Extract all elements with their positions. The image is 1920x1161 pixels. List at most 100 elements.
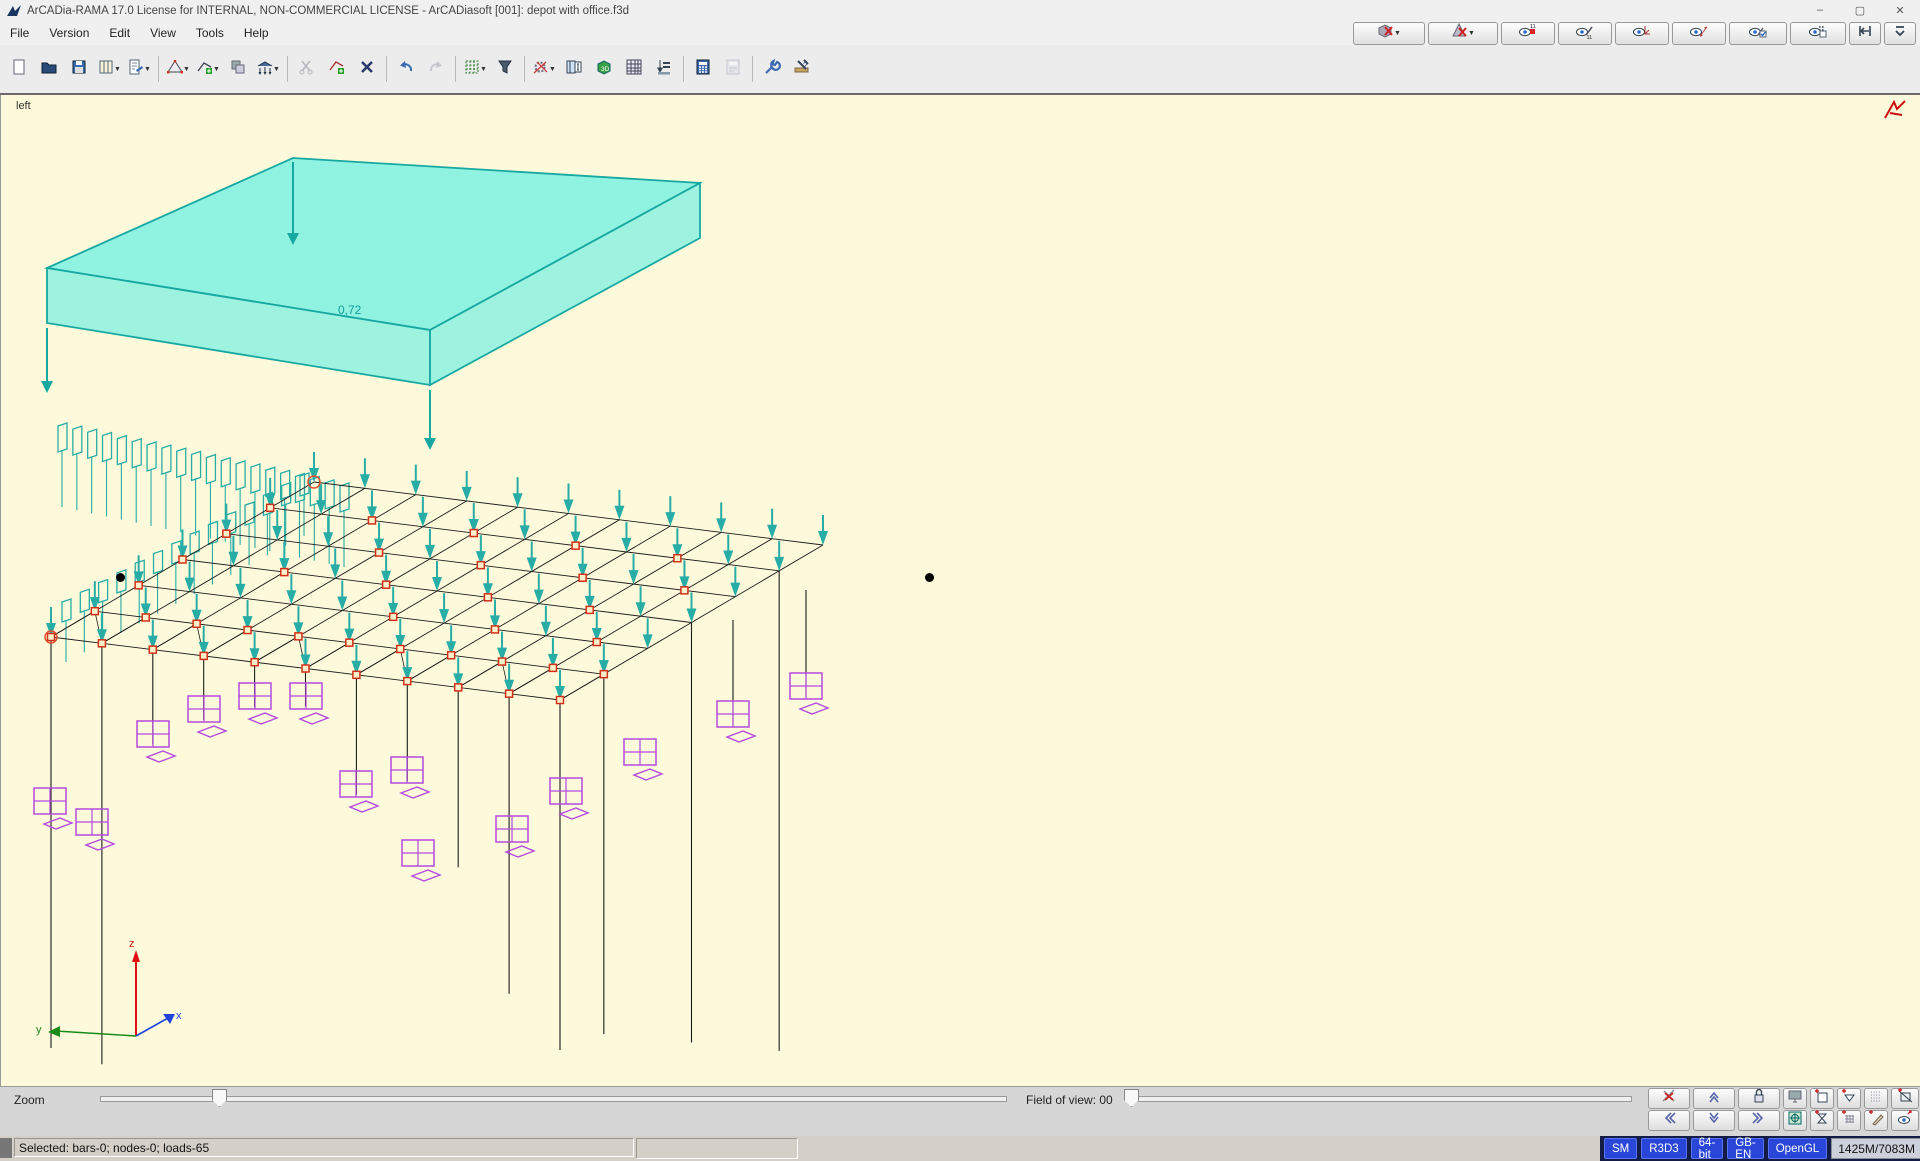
gear-axes-button[interactable]: ▼	[530, 55, 558, 83]
add-node-button[interactable]	[323, 55, 351, 83]
chevron-right-icon	[1750, 1109, 1768, 1132]
mesh-handle-bottom-right[interactable]	[925, 573, 934, 582]
chevron-down-icon[interactable]: ▼	[549, 66, 556, 73]
menu-bar: FileVersionEditViewToolsHelp ▼▼1111	[0, 21, 1920, 45]
maximize-button[interactable]: ▢	[1840, 4, 1880, 17]
triangle-plus-button[interactable]	[1837, 1088, 1861, 1109]
view-manager-icon	[97, 58, 115, 81]
status-badge-gb-en[interactable]: GB-EN	[1727, 1138, 1763, 1159]
square-plus-button[interactable]	[1810, 1088, 1834, 1109]
status-badge-opengl[interactable]: OpenGL	[1768, 1138, 1827, 1159]
import-loads-button[interactable]	[650, 55, 678, 83]
grid-plus-button[interactable]	[1837, 1110, 1861, 1131]
surface-load-value-label: 0,72	[338, 303, 361, 317]
status-badge-r3d3[interactable]: R3D3	[1641, 1138, 1686, 1159]
menu-view[interactable]: View	[140, 23, 186, 43]
axis-x-label: x	[176, 1010, 182, 1022]
collapse-toolbar-button[interactable]	[1884, 22, 1916, 45]
report-calculator-button[interactable]	[719, 55, 747, 83]
chevron-down-icon[interactable]: ▼	[273, 66, 280, 73]
lock-button[interactable]	[1738, 1088, 1780, 1109]
edit-document-button[interactable]: ▼	[125, 55, 153, 83]
toolbar-separator	[386, 56, 387, 82]
crop-plus-button[interactable]	[1891, 1088, 1919, 1109]
hourglass-plus-button[interactable]	[1810, 1110, 1834, 1131]
show-dimensions-button[interactable]	[1672, 22, 1726, 45]
show-axes-button[interactable]	[1615, 22, 1669, 45]
green-target-button[interactable]	[1783, 1110, 1807, 1131]
chevron-left-button[interactable]	[1648, 1110, 1690, 1131]
status-grip	[0, 1138, 12, 1158]
chevron-down-icon[interactable]: ▼	[114, 66, 121, 73]
eye-arrows-button[interactable]	[1891, 1110, 1919, 1131]
frame-structure-button[interactable]: ▼	[164, 55, 192, 83]
filter-funnel-button[interactable]	[491, 55, 519, 83]
fov-slider-track[interactable]	[1130, 1096, 1632, 1102]
chevron-down-icon[interactable]: ▼	[144, 66, 151, 73]
show-bar-numbers-button[interactable]: 11	[1558, 22, 1612, 45]
import-loads-icon	[655, 58, 673, 81]
delete-x-button[interactable]	[353, 55, 381, 83]
design-tools-button[interactable]: ?	[788, 55, 816, 83]
calculator-icon	[694, 58, 712, 81]
zoom-slider-thumb[interactable]	[212, 1089, 227, 1107]
axes-delete-button[interactable]	[1648, 1088, 1690, 1109]
status-badge-sm[interactable]: SM	[1604, 1138, 1637, 1159]
wrench-settings-button[interactable]	[758, 55, 786, 83]
redo-arrow-button[interactable]	[422, 55, 450, 83]
menu-edit[interactable]: Edit	[99, 23, 140, 43]
save-floppy-button[interactable]	[65, 55, 93, 83]
show-bars-checkbox-button[interactable]	[1729, 22, 1787, 45]
scissors-cut-button[interactable]	[293, 55, 321, 83]
application-window: ArCADia-RAMA 17.0 License for INTERNAL, …	[0, 0, 1920, 1161]
hide-solid-x-button[interactable]: ▼	[1353, 22, 1425, 45]
menu-help[interactable]: Help	[234, 23, 279, 43]
viewport-ucs-icon[interactable]	[1882, 99, 1908, 121]
open-folder-button[interactable]	[35, 55, 63, 83]
chevron-up-button[interactable]	[1693, 1088, 1735, 1109]
chevron-down-icon[interactable]: ▼	[480, 66, 487, 73]
toolbar-separator	[683, 56, 684, 82]
show-node-numbers-button[interactable]: 11	[1501, 22, 1555, 45]
chevron-down-button[interactable]	[1693, 1110, 1735, 1131]
copy-elements-button[interactable]	[224, 55, 252, 83]
show-grid-checkbox-button[interactable]	[1790, 22, 1846, 45]
fov-slider-thumb[interactable]	[1124, 1089, 1139, 1107]
collapse-toolbar-icon	[1891, 22, 1909, 45]
minimize-button[interactable]: –	[1800, 4, 1840, 17]
close-button[interactable]: ✕	[1880, 4, 1920, 17]
surface-load-icon	[256, 58, 274, 81]
pencil-plus-button[interactable]	[1864, 1110, 1888, 1131]
menu-tools[interactable]: Tools	[186, 23, 234, 43]
mesh-hatch-button[interactable]: ▼	[461, 55, 489, 83]
surface-load-button[interactable]: ▼	[254, 55, 282, 83]
field-of-view-label: Field of view: 00	[1026, 1093, 1113, 1107]
menu-version[interactable]: Version	[39, 23, 99, 43]
chevron-down-icon[interactable]: ▼	[213, 66, 220, 73]
hide-cone-x-button[interactable]: ▼	[1428, 22, 1498, 45]
dot-grid-icon	[1867, 1087, 1885, 1110]
new-document-button[interactable]	[5, 55, 33, 83]
dot-grid-button[interactable]	[1864, 1088, 1888, 1109]
monitor-button[interactable]	[1783, 1088, 1807, 1109]
mesh-handle-bottom-left[interactable]	[116, 573, 125, 582]
copy-elements-icon	[229, 58, 247, 81]
zoom-slider-track[interactable]	[100, 1096, 1007, 1102]
report-calculator-icon	[724, 58, 742, 81]
view-manager-button[interactable]: ▼	[95, 55, 123, 83]
menu-file[interactable]: File	[0, 23, 39, 43]
toolbar-separator	[287, 56, 288, 82]
chevron-right-button[interactable]	[1738, 1110, 1780, 1131]
add-polyline-button[interactable]: ▼	[194, 55, 222, 83]
model-viewport[interactable]	[0, 95, 1920, 1086]
show-bar-numbers-icon: 11	[1576, 22, 1594, 45]
pixel-grid-button[interactable]	[620, 55, 648, 83]
fit-view-button[interactable]	[1849, 22, 1881, 45]
undo-arrow-button[interactable]	[392, 55, 420, 83]
status-badge-64-bit[interactable]: 64-bit	[1691, 1138, 1724, 1159]
chevron-down-icon[interactable]: ▼	[183, 66, 190, 73]
view-3d-button[interactable]: 3D	[590, 55, 618, 83]
show-grid-checkbox-icon	[1809, 22, 1827, 45]
section-table-button[interactable]	[560, 55, 588, 83]
calculator-button[interactable]	[689, 55, 717, 83]
